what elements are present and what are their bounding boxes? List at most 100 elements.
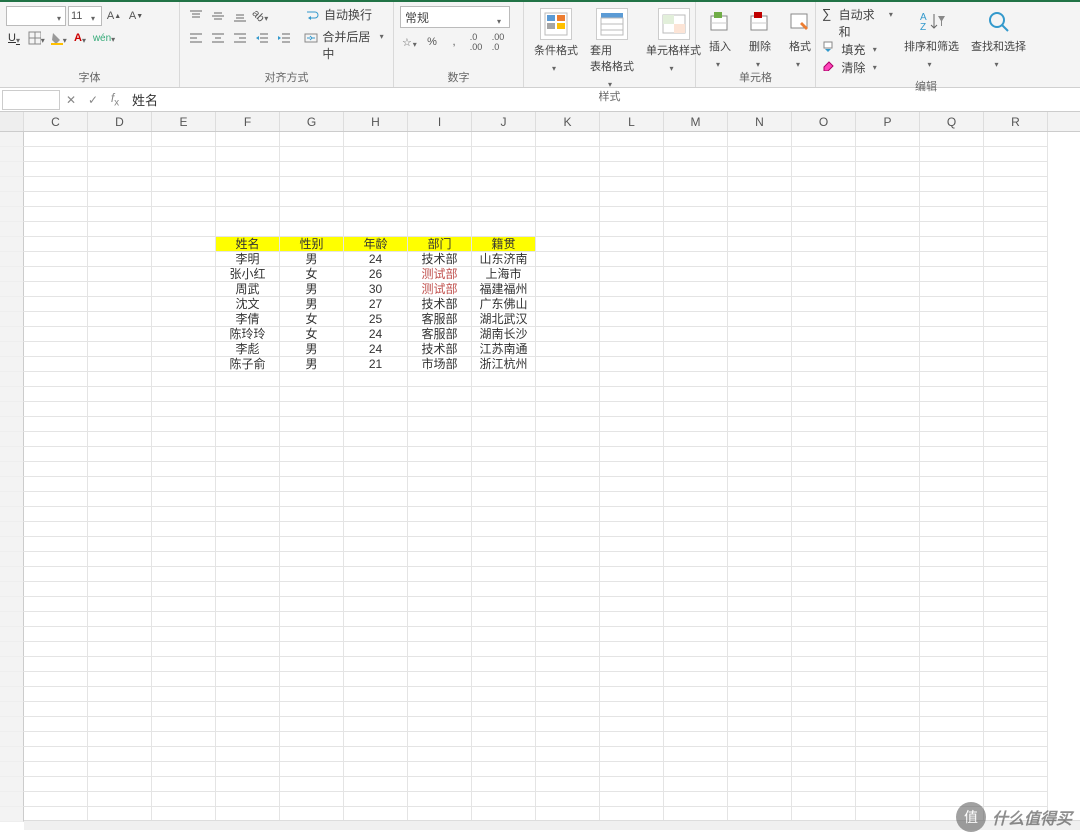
cell[interactable] [24,237,88,252]
cell[interactable] [472,687,536,702]
cancel-formula-icon[interactable]: ✕ [60,93,82,107]
cell[interactable] [280,717,344,732]
decrease-decimal-icon[interactable]: .00.0 [488,32,508,52]
cell[interactable] [344,432,408,447]
column-header[interactable]: K [536,112,600,131]
cell[interactable] [472,522,536,537]
comma-icon[interactable]: , [444,32,464,52]
cell[interactable] [344,402,408,417]
column-header[interactable]: Q [920,112,984,131]
row-header[interactable] [0,327,24,342]
cell[interactable] [664,327,728,342]
cell[interactable] [792,147,856,162]
cell[interactable]: 客服部 [408,312,472,327]
horizontal-scrollbar[interactable] [24,820,1080,830]
row-header[interactable] [0,297,24,312]
cell[interactable] [600,357,664,372]
cell[interactable]: 男 [280,282,344,297]
row-header[interactable] [0,282,24,297]
cell[interactable] [856,312,920,327]
cell[interactable] [600,237,664,252]
cell[interactable] [24,447,88,462]
cell[interactable] [24,357,88,372]
cell[interactable] [152,387,216,402]
cell[interactable] [152,627,216,642]
cell[interactable] [88,327,152,342]
cell[interactable] [920,387,984,402]
cell[interactable] [728,282,792,297]
cell[interactable] [536,747,600,762]
row-header[interactable] [0,462,24,477]
cell[interactable] [408,462,472,477]
cell[interactable] [792,357,856,372]
cell[interactable] [216,627,280,642]
cell[interactable] [344,162,408,177]
cell[interactable] [920,612,984,627]
cell[interactable]: 江苏南通 [472,342,536,357]
cell[interactable] [728,492,792,507]
cell[interactable] [920,657,984,672]
cell[interactable] [792,432,856,447]
cell[interactable] [856,297,920,312]
cell[interactable] [216,792,280,807]
cell[interactable] [152,372,216,387]
cell[interactable] [984,492,1048,507]
row-header[interactable] [0,762,24,777]
cell[interactable]: 测试部 [408,267,472,282]
cell[interactable] [664,297,728,312]
cell[interactable] [344,477,408,492]
cell[interactable] [728,567,792,582]
cell[interactable] [984,582,1048,597]
cell[interactable] [408,207,472,222]
cell[interactable] [152,762,216,777]
cell[interactable] [408,492,472,507]
column-header[interactable] [0,112,24,131]
cell[interactable] [920,282,984,297]
cell[interactable] [408,702,472,717]
cell[interactable] [216,507,280,522]
cell[interactable] [472,612,536,627]
cell[interactable] [536,237,600,252]
cell[interactable] [152,537,216,552]
cell[interactable] [280,627,344,642]
cell[interactable] [216,732,280,747]
cell[interactable] [728,642,792,657]
row-header[interactable] [0,312,24,327]
cell[interactable] [216,522,280,537]
cell[interactable] [920,777,984,792]
cell[interactable] [856,387,920,402]
row-header[interactable] [0,192,24,207]
cell[interactable] [216,492,280,507]
cell[interactable] [728,537,792,552]
cell[interactable] [280,417,344,432]
cell[interactable] [24,267,88,282]
cell[interactable] [728,162,792,177]
cell[interactable] [984,552,1048,567]
cell[interactable] [856,762,920,777]
cell[interactable] [600,762,664,777]
cell[interactable] [24,282,88,297]
cell[interactable] [728,762,792,777]
cell[interactable] [24,537,88,552]
cell[interactable] [984,252,1048,267]
cell[interactable] [920,702,984,717]
cell[interactable] [152,552,216,567]
cell[interactable] [344,417,408,432]
cell[interactable] [24,492,88,507]
cell[interactable] [984,327,1048,342]
column-header[interactable]: E [152,112,216,131]
cell[interactable] [920,147,984,162]
cell[interactable] [984,687,1048,702]
cell[interactable]: 25 [344,312,408,327]
cell[interactable] [152,597,216,612]
cell[interactable]: 男 [280,342,344,357]
cell[interactable] [216,567,280,582]
cell[interactable] [152,612,216,627]
cell[interactable] [920,312,984,327]
cell[interactable]: 市场部 [408,357,472,372]
cell[interactable] [600,267,664,282]
cell[interactable] [984,672,1048,687]
cell[interactable] [664,237,728,252]
cell[interactable] [344,642,408,657]
cell[interactable] [24,582,88,597]
